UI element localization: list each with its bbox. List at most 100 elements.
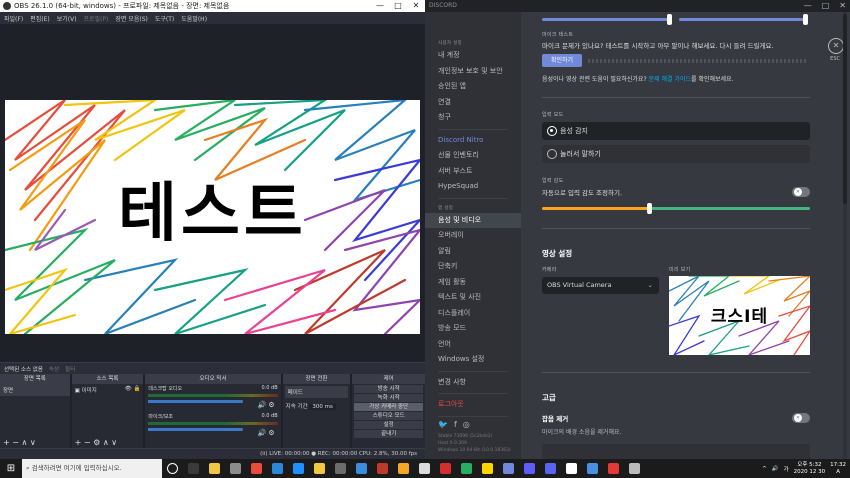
taskbar-app-icon[interactable] <box>351 459 372 478</box>
menu-tools[interactable]: 도구(T) <box>155 14 174 23</box>
menu-scene-collection[interactable]: 장면 모음(S) <box>115 14 147 23</box>
taskbar-app-icon[interactable] <box>309 459 330 478</box>
close-button[interactable]: ✕ <box>407 0 425 12</box>
taskbar-app-icon[interactable] <box>204 459 225 478</box>
notification-icon[interactable]: A <box>830 469 846 476</box>
duration-input[interactable]: 300 ms <box>309 404 336 410</box>
taskbar-app-icon[interactable] <box>183 459 204 478</box>
radio-voice-activity[interactable]: 음성 감지 <box>542 122 810 140</box>
mute-icon[interactable]: 🔊 ⚙ <box>257 429 274 437</box>
output-volume-slider[interactable] <box>679 18 805 21</box>
minimize-button[interactable]: — <box>804 0 812 12</box>
sidebar-item-changelog[interactable]: 변경 사항 <box>425 375 521 391</box>
camera-select[interactable]: OBS Virtual Camera ⌄ <box>542 277 659 294</box>
maximize-button[interactable]: □ <box>389 0 407 12</box>
twitter-icon[interactable]: 🐦 <box>438 420 448 429</box>
stop-virtual-camera-button[interactable]: 가상 카메라 중단 <box>354 403 423 411</box>
start-recording-button[interactable]: 녹화 시작 <box>354 394 423 402</box>
sidebar-item-streamer-mode[interactable]: 방송 모드 <box>425 321 521 337</box>
taskbar-app-icon[interactable] <box>393 459 414 478</box>
taskbar-app-icon[interactable] <box>330 459 351 478</box>
taskbar-app-icon[interactable] <box>372 459 393 478</box>
taskbar-app-icon[interactable] <box>288 459 309 478</box>
auto-sensitivity-toggle[interactable] <box>792 187 810 197</box>
menu-edit[interactable]: 편집(E) <box>30 14 50 23</box>
input-volume-slider[interactable] <box>542 18 668 21</box>
sidebar-item-text-images[interactable]: 텍스트 및 사진 <box>425 290 521 306</box>
taskbar-app-icon[interactable] <box>477 459 498 478</box>
sidebar-item-windows-settings[interactable]: Windows 설정 <box>425 352 521 368</box>
input-volume-knob[interactable] <box>667 14 672 25</box>
taskbar-app-icon[interactable] <box>498 459 519 478</box>
preview-canvas[interactable]: 테스트 <box>5 100 420 334</box>
taskbar-app-icon[interactable] <box>561 459 582 478</box>
taskbar-search[interactable]: ⌕ 검색하려면 여기에 입력하십시오. <box>22 459 162 478</box>
minimize-button[interactable]: — <box>371 0 389 12</box>
taskbar-app-icon[interactable] <box>456 459 477 478</box>
menu-help[interactable]: 도움말(H) <box>181 14 207 23</box>
sidebar-item-keybinds[interactable]: 단축키 <box>425 259 521 275</box>
taskbar-app-icon[interactable] <box>246 459 267 478</box>
mic-test-button[interactable]: 확인하기 <box>542 54 582 67</box>
sidebar-item-appearance[interactable]: 디스플레이 <box>425 306 521 322</box>
taskbar-app-icon[interactable] <box>267 459 288 478</box>
tray-expand-icon[interactable]: ^ <box>762 466 767 472</box>
menu-profile[interactable]: 프로필(P) <box>84 14 109 23</box>
menu-view[interactable]: 보기(V) <box>57 14 77 23</box>
start-streaming-button[interactable]: 방송 시작 <box>354 385 423 393</box>
sidebar-item-my-account[interactable]: 내 계정 <box>425 48 521 64</box>
taskbar-app-icon[interactable] <box>603 459 624 478</box>
maximize-button[interactable]: □ <box>822 0 830 12</box>
start-button[interactable]: ⊞ <box>0 463 22 474</box>
taskbar-app-icon[interactable] <box>624 459 645 478</box>
scene-item[interactable]: 장면 <box>0 384 70 396</box>
source-item[interactable]: ▣ 이미지 👁 🔒 <box>72 384 144 396</box>
source-actions[interactable]: + − ⚙ ∧ ∨ <box>72 438 144 448</box>
troubleshoot-link[interactable]: 문제 해결 가이드 <box>649 76 691 83</box>
scene-actions[interactable]: + − ∧ ∨ <box>0 438 70 448</box>
sidebar-item-overlay[interactable]: 오버레이 <box>425 228 521 244</box>
close-button[interactable]: ✕ <box>839 0 846 12</box>
sidebar-item-hypesquad[interactable]: HypeSquad <box>425 179 521 195</box>
sidebar-item-notifications[interactable]: 알림 <box>425 244 521 260</box>
sidebar-item-logout[interactable]: 로그아웃 <box>425 397 521 413</box>
studio-mode-button[interactable]: 스튜디오 모드 <box>354 412 423 420</box>
sidebar-item-gift-inventory[interactable]: 선물 인벤토리 <box>425 148 521 164</box>
taskbar-app-icon[interactable] <box>519 459 540 478</box>
close-settings-button[interactable]: ✕ <box>828 38 844 54</box>
noise-suppression-toggle[interactable] <box>792 413 810 423</box>
exit-button[interactable]: 끝내기 <box>354 430 423 438</box>
taskbar-clock[interactable]: 오후 5:32 2020 12 30 <box>794 462 826 476</box>
sidebar-item-nitro[interactable]: Discord Nitro <box>425 133 521 149</box>
taskbar-app-icon[interactable] <box>225 459 246 478</box>
output-volume-knob[interactable] <box>803 14 808 25</box>
sidebar-item-voice-video[interactable]: 음성 및 비디오 <box>425 212 521 228</box>
taskbar-app-icon[interactable] <box>162 459 183 478</box>
properties-button[interactable]: 속성 <box>49 365 59 373</box>
radio-push-to-talk[interactable]: 눌러서 말하기 <box>542 145 810 163</box>
settings-button[interactable]: 설정 <box>354 421 423 429</box>
sidebar-item-game-activity[interactable]: 게임 활동 <box>425 275 521 291</box>
mute-icon[interactable]: 🔊 ⚙ <box>257 401 274 409</box>
volume-slider[interactable] <box>148 400 244 403</box>
taskbar-app-icon[interactable] <box>540 459 561 478</box>
sidebar-item-language[interactable]: 언어 <box>425 337 521 353</box>
sidebar-item-authorized-apps[interactable]: 승인된 앱 <box>425 79 521 95</box>
filters-button[interactable]: 필터 <box>65 365 75 373</box>
taskbar-app-icon[interactable] <box>582 459 603 478</box>
volume-slider[interactable] <box>148 428 244 431</box>
sidebar-item-server-boost[interactable]: 서버 부스트 <box>425 164 521 180</box>
sensitivity-knob[interactable] <box>647 203 653 214</box>
facebook-icon[interactable]: f <box>454 420 457 429</box>
sidebar-item-billing[interactable]: 청구 <box>425 110 521 126</box>
content-scrollbar[interactable] <box>843 12 847 459</box>
taskbar-app-icon[interactable] <box>414 459 435 478</box>
taskbar-app-icon[interactable] <box>435 459 456 478</box>
instagram-icon[interactable]: ◎ <box>463 420 470 429</box>
sensitivity-slider[interactable] <box>542 207 810 210</box>
sidebar-item-connections[interactable]: 연결 <box>425 95 521 111</box>
transition-select[interactable]: 페이드 <box>284 386 349 398</box>
volume-icon[interactable]: 🔊 <box>772 466 779 472</box>
sidebar-item-privacy[interactable]: 개인정보 보호 및 보안 <box>425 64 521 80</box>
menu-file[interactable]: 파일(F) <box>4 14 23 23</box>
